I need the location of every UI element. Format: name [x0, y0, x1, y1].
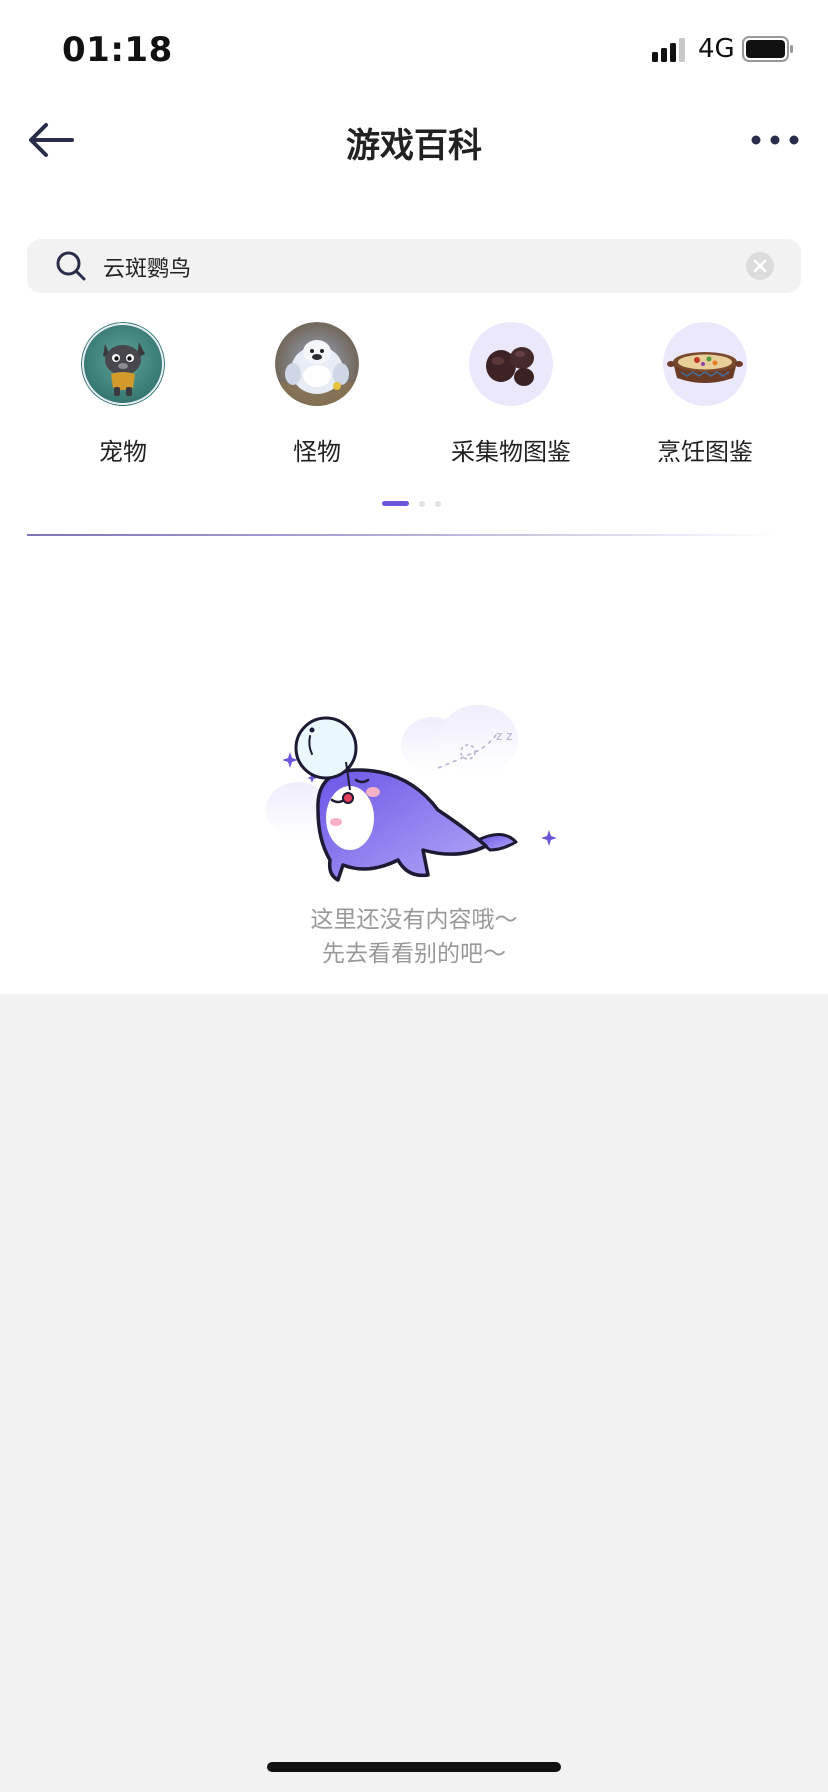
signal-bars-icon — [652, 38, 685, 62]
status-time: 01:18 — [62, 30, 173, 70]
more-button[interactable] — [748, 124, 802, 156]
page-dot — [435, 501, 441, 507]
clear-search-button[interactable] — [746, 252, 774, 280]
category-gatherable[interactable]: 采集物图鉴 — [426, 322, 596, 472]
pet-icon — [81, 322, 165, 406]
category-label: 宠物 — [99, 438, 147, 466]
search-input[interactable] — [101, 246, 725, 288]
battery-icon — [742, 36, 793, 62]
svg-text:z z: z z — [496, 729, 512, 743]
category-monster[interactable]: 怪物 — [232, 322, 402, 472]
nav-bar: 游戏百科 — [0, 100, 828, 180]
empty-state-text-line2: 先去看看别的吧～ — [322, 941, 506, 967]
cooking-icon — [663, 322, 747, 406]
more-dots-icon — [751, 135, 799, 145]
category-label: 烹饪图鉴 — [657, 438, 753, 466]
page: 01:18 4G 游戏百科 云斑鹦鸟 宠物 怪物 采集物图鉴 烹饪图鉴 z z … — [0, 0, 828, 1792]
category-label: 采集物图鉴 — [451, 438, 571, 466]
clear-icon — [753, 259, 767, 273]
category-pet[interactable]: 宠物 — [38, 322, 208, 472]
empty-state-text-line1: 这里还没有内容哦～ — [310, 907, 518, 933]
category-row: 宠物 怪物 采集物图鉴 烹饪图鉴 — [0, 322, 828, 472]
divider — [27, 534, 777, 536]
gatherable-icon — [469, 322, 553, 406]
search-icon — [56, 251, 86, 281]
status-bar: 01:18 4G — [0, 0, 828, 100]
category-cooking[interactable]: 烹饪图鉴 — [620, 322, 790, 472]
page-title: 游戏百科 — [346, 126, 482, 166]
category-label: 怪物 — [293, 438, 341, 466]
home-indicator[interactable] — [267, 1762, 561, 1772]
monster-icon — [275, 322, 359, 406]
page-indicator — [382, 500, 462, 508]
search-box[interactable] — [27, 239, 801, 293]
page-dot — [419, 501, 425, 507]
sleeping-dolphin-illustration: z z — [266, 705, 557, 882]
page-dot-active — [382, 501, 409, 506]
network-label: 4G — [698, 34, 735, 64]
